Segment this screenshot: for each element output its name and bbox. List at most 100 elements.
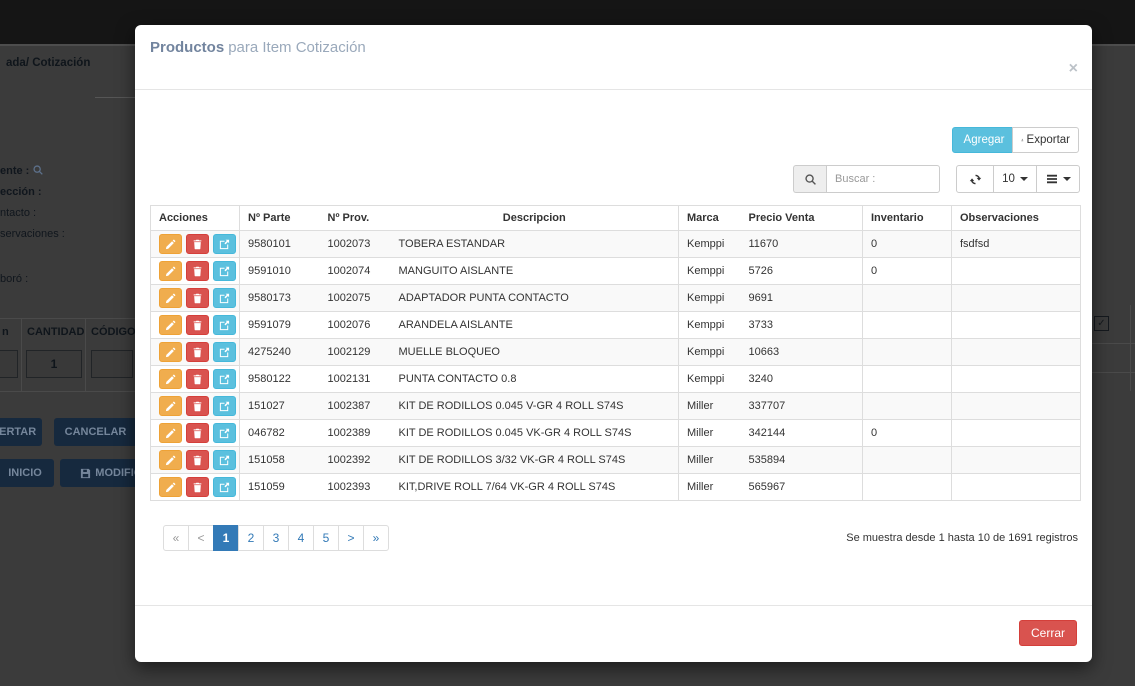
edit-button[interactable]	[159, 234, 182, 254]
share-button[interactable]	[213, 369, 236, 389]
share-button[interactable]	[213, 477, 236, 497]
share-button[interactable]	[213, 396, 236, 416]
trash-icon	[192, 239, 203, 250]
page-button-0[interactable]: «	[163, 525, 189, 551]
modal-header: Productospara Item Cotización ×	[135, 25, 1092, 90]
cell-marca: Kemppi	[679, 312, 741, 339]
page-button-8[interactable]: »	[363, 525, 389, 551]
cell-acciones	[151, 231, 240, 258]
page-button-5[interactable]: 4	[288, 525, 314, 551]
cell-parte: 9580101	[240, 231, 320, 258]
cell-prov: 1002131	[320, 366, 391, 393]
cell-parte: 4275240	[240, 339, 320, 366]
table-row: 9591079 1002076 ARANDELA AISLANTE Kemppi…	[151, 312, 1081, 339]
cerrar-button[interactable]: Cerrar	[1019, 620, 1077, 646]
cell-prov: 1002129	[320, 339, 391, 366]
cell-marca: Miller	[679, 474, 741, 501]
delete-button[interactable]	[186, 342, 209, 362]
products-modal: Productospara Item Cotización × Agregar …	[135, 25, 1092, 662]
cell-acciones	[151, 474, 240, 501]
bg-input-descripcion[interactable]	[0, 350, 18, 378]
bg-col-partial: n	[2, 326, 9, 338]
columns-dropdown[interactable]	[1036, 165, 1080, 193]
search-icon	[804, 173, 817, 186]
cell-precio: 535894	[741, 447, 863, 474]
delete-button[interactable]	[186, 315, 209, 335]
edit-button[interactable]	[159, 450, 182, 470]
share-button[interactable]	[213, 288, 236, 308]
page-button-7[interactable]: >	[338, 525, 364, 551]
bg-input-codigo[interactable]	[91, 350, 133, 378]
page-button-3[interactable]: 2	[238, 525, 264, 551]
table-row: 046782 1002389 KIT DE RODILLOS 0.045 VK-…	[151, 420, 1081, 447]
share-button[interactable]	[213, 261, 236, 281]
delete-button[interactable]	[186, 261, 209, 281]
edit-button[interactable]	[159, 423, 182, 443]
cell-descripcion: KIT DE RODILLOS 0.045 V-GR 4 ROLL S74S	[391, 393, 679, 420]
page-button-1[interactable]: <	[188, 525, 214, 551]
delete-button[interactable]	[186, 423, 209, 443]
page-button-2[interactable]: 1	[213, 525, 239, 551]
cancelar-button[interactable]: CANCELAR	[54, 418, 137, 446]
trash-icon	[192, 347, 203, 358]
header-precio: Precio Venta	[741, 206, 863, 231]
cell-precio: 342144	[741, 420, 863, 447]
exportar-button[interactable]: Exportar	[1012, 127, 1079, 153]
delete-button[interactable]	[186, 234, 209, 254]
delete-button[interactable]	[186, 396, 209, 416]
cell-acciones	[151, 258, 240, 285]
bg-table-line	[1092, 343, 1135, 344]
share-button[interactable]	[213, 234, 236, 254]
cell-precio: 3240	[741, 366, 863, 393]
cell-parte: 151027	[240, 393, 320, 420]
page-button-6[interactable]: 5	[313, 525, 339, 551]
bg-checkbox[interactable]: ✓	[1094, 316, 1109, 331]
edit-button[interactable]	[159, 288, 182, 308]
edit-button[interactable]	[159, 396, 182, 416]
delete-button[interactable]	[186, 288, 209, 308]
insertar-button[interactable]: SERTAR	[0, 418, 42, 446]
save-icon	[80, 468, 91, 479]
edit-button[interactable]	[159, 261, 182, 281]
trash-icon	[192, 455, 203, 466]
cell-descripcion: TOBERA ESTANDAR	[391, 231, 679, 258]
agregar-button[interactable]: Agregar	[952, 127, 1013, 153]
table-row: 4275240 1002129 MUELLE BLOQUEO Kemppi 10…	[151, 339, 1081, 366]
delete-button[interactable]	[186, 369, 209, 389]
cell-descripcion: ADAPTADOR PUNTA CONTACTO	[391, 285, 679, 312]
header-parte: Nº Parte	[240, 206, 320, 231]
bg-input-cantidad[interactable]: 1	[26, 350, 82, 378]
cell-inventario	[863, 393, 952, 420]
cell-observaciones: fsdfsd	[952, 231, 1081, 258]
share-button[interactable]	[213, 315, 236, 335]
share-icon	[219, 347, 230, 358]
edit-button[interactable]	[159, 477, 182, 497]
header-marca: Marca	[679, 206, 741, 231]
cell-precio: 11670	[741, 231, 863, 258]
trash-icon	[192, 482, 203, 493]
share-button[interactable]	[213, 423, 236, 443]
search-input[interactable]	[826, 165, 940, 193]
table-row: 9580173 1002075 ADAPTADOR PUNTA CONTACTO…	[151, 285, 1081, 312]
cell-descripcion: KIT DE RODILLOS 0.045 VK-GR 4 ROLL S74S	[391, 420, 679, 447]
bg-label-elaboro: boró :	[0, 273, 28, 285]
share-icon	[219, 320, 230, 331]
cell-acciones	[151, 420, 240, 447]
delete-button[interactable]	[186, 477, 209, 497]
cell-precio: 10663	[741, 339, 863, 366]
page-button-4[interactable]: 3	[263, 525, 289, 551]
delete-button[interactable]	[186, 450, 209, 470]
close-icon[interactable]: ×	[1069, 61, 1078, 77]
edit-button[interactable]	[159, 315, 182, 335]
refresh-button[interactable]	[956, 165, 994, 193]
cell-inventario: 0	[863, 231, 952, 258]
cell-observaciones	[952, 420, 1081, 447]
edit-button[interactable]	[159, 342, 182, 362]
share-button[interactable]	[213, 450, 236, 470]
edit-button[interactable]	[159, 369, 182, 389]
share-button[interactable]	[213, 342, 236, 362]
page-size-dropdown[interactable]: 10	[993, 165, 1037, 193]
inicio-button[interactable]: INICIO	[0, 459, 54, 487]
cell-parte: 151059	[240, 474, 320, 501]
search-addon	[793, 165, 826, 193]
